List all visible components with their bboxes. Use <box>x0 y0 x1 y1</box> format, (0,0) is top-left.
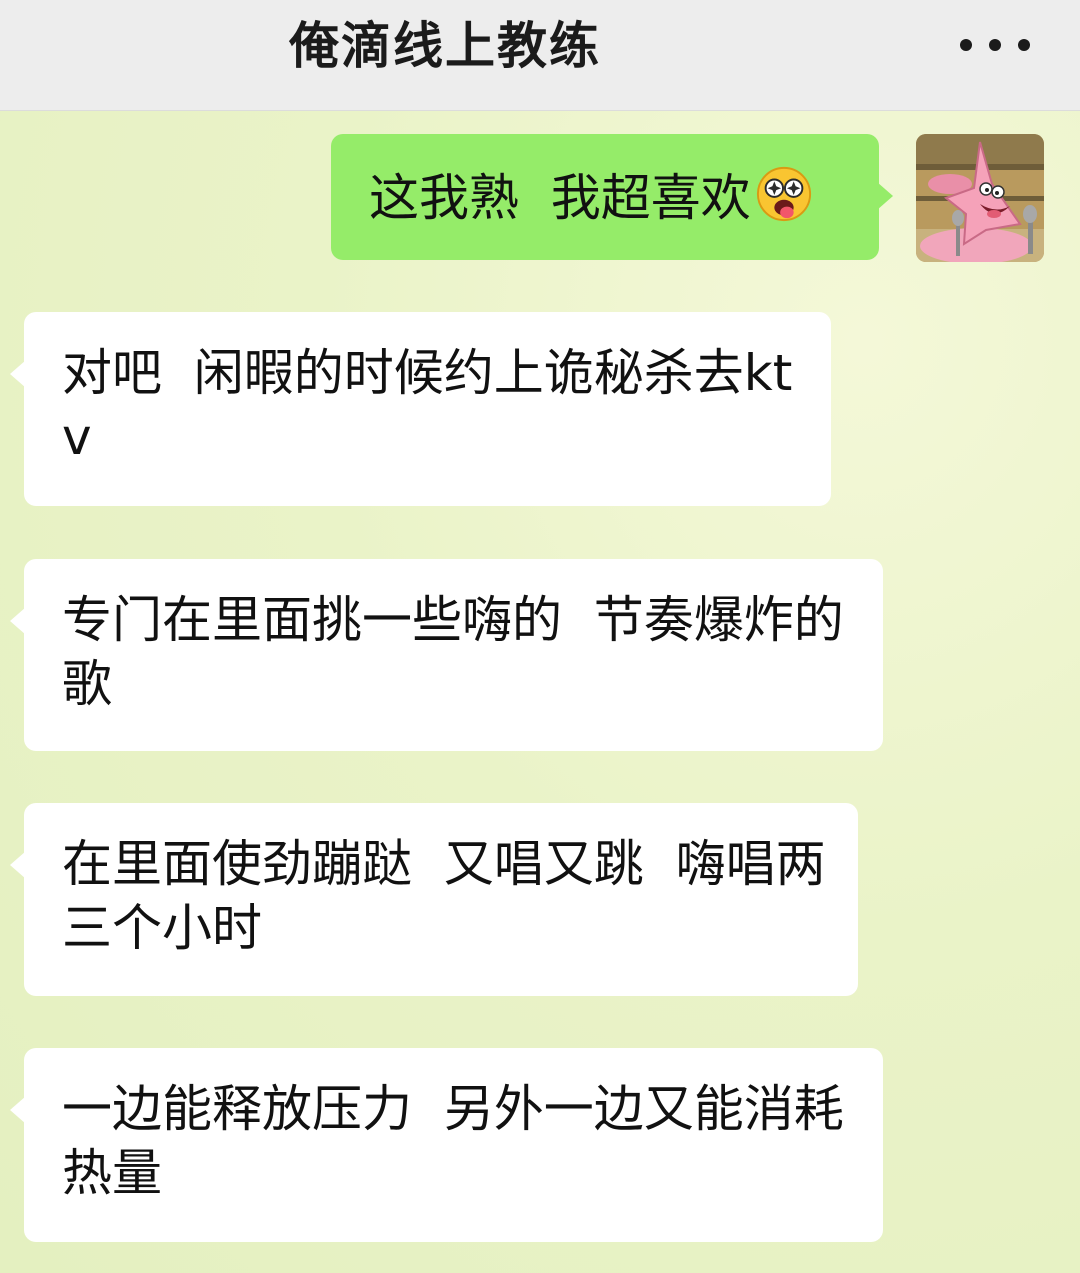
more-dots-icon[interactable] <box>960 30 1030 60</box>
message-text: 在里面使劲蹦跶 又唱又跳 嗨唱两三个小时 <box>62 835 826 957</box>
received-message-bubble[interactable]: 对吧 闲暇的时候约上诡秘杀去ktv <box>10 312 831 506</box>
message-text: 一边能释放压力 另外一边又能消耗热量 <box>62 1080 844 1202</box>
message-text: 这我熟 我超喜欢 <box>369 169 751 227</box>
starstruck-tongue-emoji <box>756 166 811 222</box>
received-message-bubble[interactable]: 一边能释放压力 另外一边又能消耗热量 <box>10 1048 883 1242</box>
more-dot <box>1018 39 1030 51</box>
more-dot <box>989 39 1001 51</box>
message-text: 专门在里面挑一些嗨的 节奏爆炸的歌 <box>62 591 844 713</box>
patrick-star-avatar[interactable] <box>916 134 1044 262</box>
message-text: 对吧 闲暇的时候约上诡秘杀去ktv <box>62 344 793 466</box>
chat-title: 俺滴线上教练 <box>289 17 601 75</box>
received-message-bubble[interactable]: 专门在里面挑一些嗨的 节奏爆炸的歌 <box>10 559 883 751</box>
sent-message-bubble[interactable]: 这我熟 我超喜欢 <box>331 134 893 260</box>
received-message-bubble[interactable]: 在里面使劲蹦跶 又唱又跳 嗨唱两三个小时 <box>10 803 858 996</box>
chat-header: 俺滴线上教练 <box>0 0 1080 111</box>
avatar-image <box>916 134 1044 262</box>
more-dot <box>960 39 972 51</box>
